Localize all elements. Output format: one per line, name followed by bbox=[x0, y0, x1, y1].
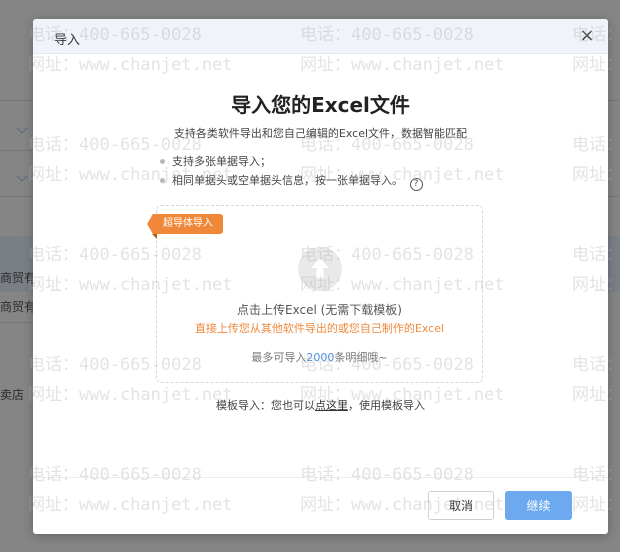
template-suffix: ，使用模板导入 bbox=[348, 399, 425, 412]
list-item-text: 支持多张单据导入； bbox=[172, 155, 271, 168]
bg-selected-row bbox=[607, 236, 620, 292]
upload-hint: 直接上传您从其他软件导出的或您自己制作的Excel bbox=[194, 322, 445, 335]
bg-divider bbox=[607, 100, 620, 101]
feature-list: 支持多张单据导入； 相同单据头或空单据头信息，按一张单据导入。 ? bbox=[159, 152, 423, 191]
bg-divider bbox=[0, 150, 34, 151]
upload-icon[interactable] bbox=[298, 247, 342, 291]
template-link[interactable]: 点这里 bbox=[315, 399, 348, 412]
bg-divider bbox=[0, 322, 34, 323]
template-prefix: 模板导入：您也可以 bbox=[216, 399, 315, 412]
close-icon[interactable]: × bbox=[578, 27, 596, 45]
continue-button[interactable]: 继续 bbox=[505, 491, 572, 520]
help-icon[interactable]: ? bbox=[409, 178, 423, 191]
import-dialog: 导入 × 导入您的Excel文件 支持各类软件导出和您自己编辑的Excel文件，… bbox=[33, 19, 608, 534]
tag-tail bbox=[152, 234, 157, 239]
dialog-header: 导入 × bbox=[33, 19, 608, 54]
bg-row-text: 卖店 bbox=[0, 388, 25, 402]
dialog-subtitle: 支持各类软件导出和您自己编辑的Excel文件，数据智能匹配 bbox=[173, 127, 468, 140]
super-import-badge: 超导体导入 bbox=[152, 214, 223, 234]
list-item-text: 相同单据头或空单据头信息，按一张单据导入。 bbox=[172, 174, 403, 187]
chevron-down-icon bbox=[16, 122, 28, 134]
chevron-down-icon bbox=[16, 170, 28, 182]
bullet-icon bbox=[160, 159, 165, 164]
template-import-line: 模板导入：您也可以点这里，使用模板导入 bbox=[33, 397, 608, 413]
bg-row-text: 商贸有 bbox=[0, 271, 37, 285]
bg-row-text: 商贸有 bbox=[0, 300, 37, 314]
limit-prefix: 最多可导入 bbox=[251, 351, 307, 364]
cancel-button[interactable]: 取消 bbox=[428, 491, 494, 520]
bg-divider bbox=[0, 100, 34, 101]
limit-number: 2000 bbox=[306, 351, 335, 364]
limit-suffix: 条明细哦~ bbox=[334, 351, 388, 364]
list-item: 相同单据头或空单据头信息，按一张单据导入。 ? bbox=[159, 171, 423, 191]
dialog-title: 导入 bbox=[54, 33, 81, 48]
footer-divider bbox=[33, 477, 608, 478]
bg-divider bbox=[607, 196, 620, 197]
page-title: 导入您的Excel文件 bbox=[231, 93, 410, 117]
upload-prompt[interactable]: 点击上传Excel (无需下载模板) bbox=[156, 301, 483, 318]
list-item: 支持多张单据导入； bbox=[159, 152, 423, 171]
bg-divider bbox=[0, 196, 34, 197]
bullet-icon bbox=[160, 178, 165, 183]
import-limit: 最多可导入2000条明细哦~ bbox=[156, 349, 483, 365]
